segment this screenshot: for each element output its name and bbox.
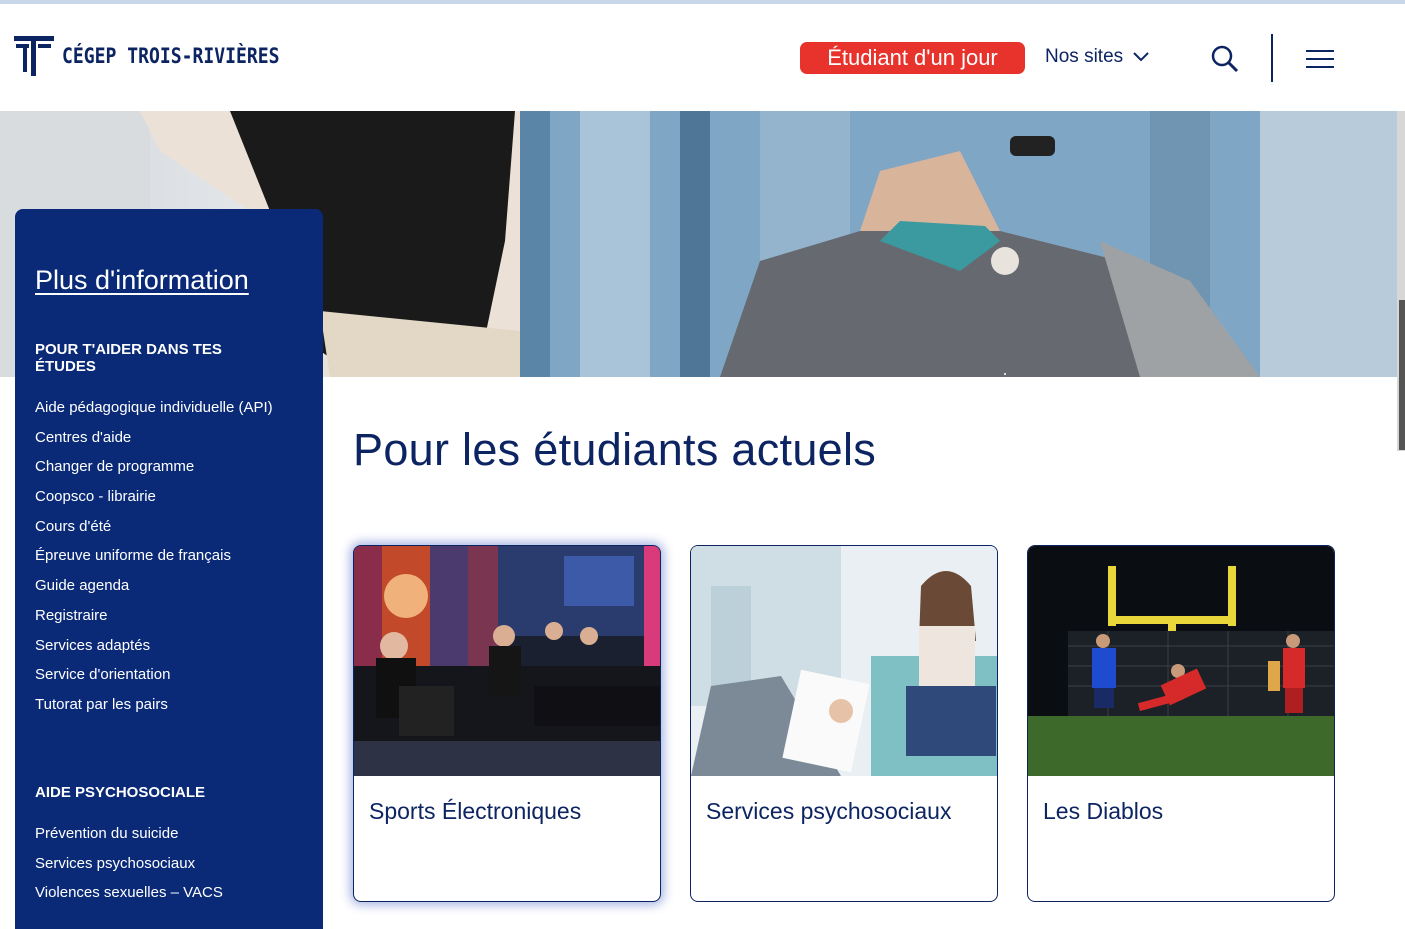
sidebar-link-guide-agenda[interactable]: Guide agenda: [35, 576, 273, 606]
sidebar-link-vacs[interactable]: Violences sexuelles – VACS: [35, 883, 223, 913]
sidebar-link-api[interactable]: Aide pédagogique individuelle (API): [35, 398, 273, 428]
page-title: Pour les étudiants actuels: [353, 424, 877, 475]
header-divider: [1271, 34, 1273, 82]
sidebar-link-epreuve-francais[interactable]: Épreuve uniforme de français: [35, 546, 273, 576]
sidebar-link-changer-programme[interactable]: Changer de programme: [35, 457, 273, 487]
section-links-etudes: Aide pédagogique individuelle (API) Cent…: [35, 398, 273, 725]
card-sports-electroniques[interactable]: Sports Électroniques: [353, 545, 661, 902]
sidebar-link-services-adaptes[interactable]: Services adaptés: [35, 636, 273, 666]
counseling-photo-illustration: [691, 546, 997, 776]
sidebar-link-registraire[interactable]: Registraire: [35, 606, 273, 636]
sidebar-title-link[interactable]: Plus d'information: [35, 265, 249, 296]
sidebar-link-cours-ete[interactable]: Cours d'été: [35, 517, 273, 547]
card-services-psychosociaux[interactable]: Services psychosociaux: [690, 545, 998, 902]
section-links-psychosociale: Prévention du suicide Services psychosoc…: [35, 824, 223, 913]
card-label: Services psychosociaux: [706, 798, 952, 824]
card-image-esports: [354, 546, 660, 776]
scrollbar-thumb[interactable]: [1399, 300, 1405, 450]
section-heading-psychosociale: AIDE PSYCHOSOCIALE: [35, 784, 206, 801]
site-header: CÉGEP TROIS-RIVIÈRES Étudiant d'un jour …: [0, 4, 1405, 111]
section-heading-etudes: POUR T'AIDER DANS TES ÉTUDES: [35, 341, 222, 375]
logo-text: CÉGEP TROIS-RIVIÈRES: [62, 44, 280, 68]
site-logo[interactable]: CÉGEP TROIS-RIVIÈRES: [14, 34, 315, 78]
search-icon[interactable]: [1210, 44, 1240, 74]
sidebar-link-services-psychosociaux[interactable]: Services psychosociaux: [35, 854, 223, 884]
card-label: Les Diablos: [1043, 798, 1164, 824]
card-image-psychosocial: [691, 546, 997, 776]
etudiant-dun-jour-button[interactable]: Étudiant d'un jour: [800, 42, 1025, 74]
hamburger-menu-icon[interactable]: [1306, 48, 1334, 70]
sidebar-link-coopsco[interactable]: Coopsco - librairie: [35, 487, 273, 517]
chevron-down-icon: [1133, 52, 1149, 62]
logo-t-icon: [14, 36, 54, 76]
nos-sites-label: Nos sites: [1045, 46, 1124, 67]
sidebar-more-info: Plus d'information POUR T'AIDER DANS TES…: [15, 209, 323, 929]
card-image-diablos: [1028, 546, 1334, 776]
sidebar-link-centres-aide[interactable]: Centres d'aide: [35, 428, 273, 458]
sidebar-link-orientation[interactable]: Service d'orientation: [35, 665, 273, 695]
card-les-diablos[interactable]: Les Diablos: [1027, 545, 1335, 902]
esports-photo-illustration: [354, 546, 660, 776]
soccer-photo-illustration: [1028, 546, 1334, 776]
sidebar-link-tutorat[interactable]: Tutorat par les pairs: [35, 695, 273, 725]
nos-sites-dropdown[interactable]: Nos sites: [1045, 46, 1149, 68]
sidebar-link-prevention-suicide[interactable]: Prévention du suicide: [35, 824, 223, 854]
card-label: Sports Électroniques: [369, 798, 582, 824]
